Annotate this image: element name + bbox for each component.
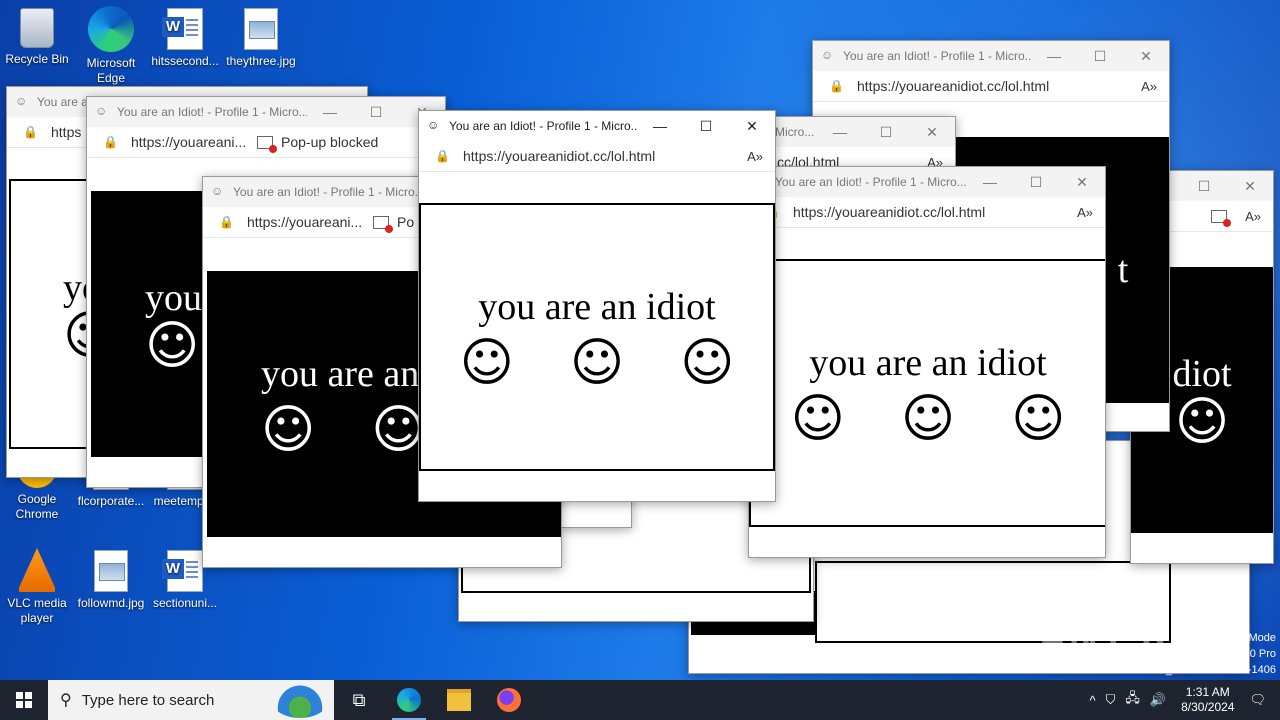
smiley-tab-icon: ☺ — [15, 94, 28, 108]
volume-icon[interactable]: 🔊 — [1150, 692, 1166, 708]
close-button[interactable]: ✕ — [909, 124, 955, 141]
smiley-face-icon: ☺ — [1174, 392, 1230, 452]
popup-blocked-indicator[interactable] — [1211, 209, 1235, 227]
task-view-button[interactable]: ⧉ — [334, 680, 384, 720]
minimize-button[interactable]: — — [1031, 48, 1077, 64]
smiley-tab-icon: ☺ — [211, 184, 224, 198]
lock-icon: 🔒 — [435, 149, 450, 163]
task-view-icon: ⧉ — [352, 689, 366, 710]
smiley-tab-icon: ☺ — [427, 118, 440, 132]
desktop-icon-edge[interactable]: Microsoft Edge — [74, 6, 148, 86]
read-aloud-icon[interactable]: A» — [1245, 209, 1261, 224]
maximize-button[interactable]: ☐ — [1181, 178, 1227, 195]
smiley-face-icon: ☺ — [680, 333, 735, 393]
taskbar-search-box[interactable]: ⚲ Type here to search — [48, 680, 334, 720]
smiley-tab-icon: ☺ — [95, 104, 108, 118]
anyrun-watermark-logo: ANY RUN — [1038, 616, 1234, 660]
maximize-button[interactable]: ☐ — [863, 124, 909, 141]
system-tray: ^ ⛉ 🖧 🔊 1:31 AM 8/30/2024 🗨 — [1085, 680, 1280, 720]
minimize-button[interactable]: — — [817, 124, 863, 140]
popup-window-front-right[interactable]: You are an Idiot! - Profile 1 - Micro...… — [748, 166, 1106, 558]
clock[interactable]: 1:31 AM 8/30/2024 — [1181, 685, 1234, 715]
smiley-tab-icon: ☺ — [821, 48, 834, 62]
image-file-icon — [94, 550, 128, 592]
read-aloud-icon[interactable]: A» — [747, 149, 763, 164]
popup-window-active[interactable]: ☺ You are an Idiot! - Profile 1 - Micro.… — [418, 110, 776, 502]
vlc-cone-icon — [19, 548, 55, 592]
firefox-icon — [497, 688, 521, 712]
taskbar: ⚲ Type here to search ⧉ ^ ⛉ 🖧 🔊 1:31 AM … — [0, 680, 1280, 720]
windows-logo-icon — [16, 692, 32, 708]
desktop-icon-recycle-bin[interactable]: Recycle Bin — [0, 8, 74, 67]
maximize-button[interactable]: ☐ — [1013, 174, 1059, 191]
read-aloud-icon[interactable]: A» — [1077, 205, 1093, 220]
popup-blocked-indicator[interactable]: Pop-up blocked — [257, 134, 378, 153]
smiley-face-icon: ☺ — [459, 333, 514, 393]
smiley-face-icon: ☺ — [900, 389, 956, 449]
start-button[interactable] — [0, 680, 48, 720]
image-file-icon — [244, 8, 278, 50]
close-button[interactable]: ✕ — [1059, 174, 1105, 191]
popup-content-panel: you are an idiot ☺ ☺ ☺ — [419, 203, 775, 471]
desktop-icon-followmd[interactable]: followmd.jpg — [74, 550, 148, 611]
lock-icon: 🔒 — [103, 135, 118, 149]
taskbar-edge-button[interactable] — [384, 680, 434, 720]
smiley-face-icon: ☺ — [790, 389, 845, 449]
minimize-button[interactable]: — — [637, 118, 683, 134]
taskbar-firefox-button[interactable] — [484, 680, 534, 720]
close-button[interactable]: ✕ — [729, 118, 775, 135]
maximize-button[interactable]: ☐ — [353, 104, 399, 121]
minimize-button[interactable]: — — [307, 104, 353, 120]
smiley-face-icon: ☺ — [1011, 389, 1066, 449]
word-document-icon: W — [162, 8, 203, 50]
word-document-icon: W — [162, 550, 203, 592]
lock-icon: 🔒 — [219, 215, 234, 229]
desktop-icon-word-doc[interactable]: W hitssecond... — [148, 8, 222, 69]
chevron-up-icon[interactable]: ^ — [1090, 693, 1096, 708]
smiley-face-icon: ☺ — [145, 316, 200, 376]
smiley-face-icon: ☺ — [569, 333, 625, 393]
security-icon[interactable]: ⛉ — [1106, 692, 1116, 708]
maximize-button[interactable]: ☐ — [683, 118, 729, 135]
edge-icon — [88, 6, 134, 52]
notification-icon[interactable]: 🗨 — [1249, 692, 1266, 708]
lock-icon: 🔒 — [829, 79, 844, 93]
desktop-icon-jpg[interactable]: theythree.jpg — [224, 8, 298, 69]
recycle-bin-icon — [20, 8, 54, 48]
popup-content-panel: you are an idiot ☺ ☺ ☺ — [749, 259, 1105, 527]
maximize-button[interactable]: ☐ — [1077, 48, 1123, 65]
desktop-icon-vlc[interactable]: VLC media player — [0, 548, 74, 626]
network-icon[interactable]: 🖧 — [1125, 689, 1140, 711]
edge-icon — [397, 688, 421, 712]
read-aloud-icon[interactable]: A» — [1141, 79, 1157, 94]
taskbar-file-explorer-button[interactable] — [434, 680, 484, 720]
close-button[interactable]: ✕ — [1227, 178, 1273, 195]
smiley-face-icon: ☺ — [261, 400, 316, 460]
search-icon: ⚲ — [60, 692, 72, 709]
lock-icon: 🔒 — [23, 125, 38, 139]
popup-blocked-icon — [257, 135, 277, 153]
search-highlight-icon — [272, 684, 328, 718]
close-button[interactable]: ✕ — [1123, 48, 1169, 65]
popup-blocked-icon — [1211, 209, 1232, 227]
popup-blocked-icon — [373, 215, 393, 233]
folder-icon — [447, 689, 471, 711]
minimize-button[interactable]: — — [967, 174, 1013, 190]
popup-blocked-indicator[interactable]: Po — [373, 214, 414, 233]
